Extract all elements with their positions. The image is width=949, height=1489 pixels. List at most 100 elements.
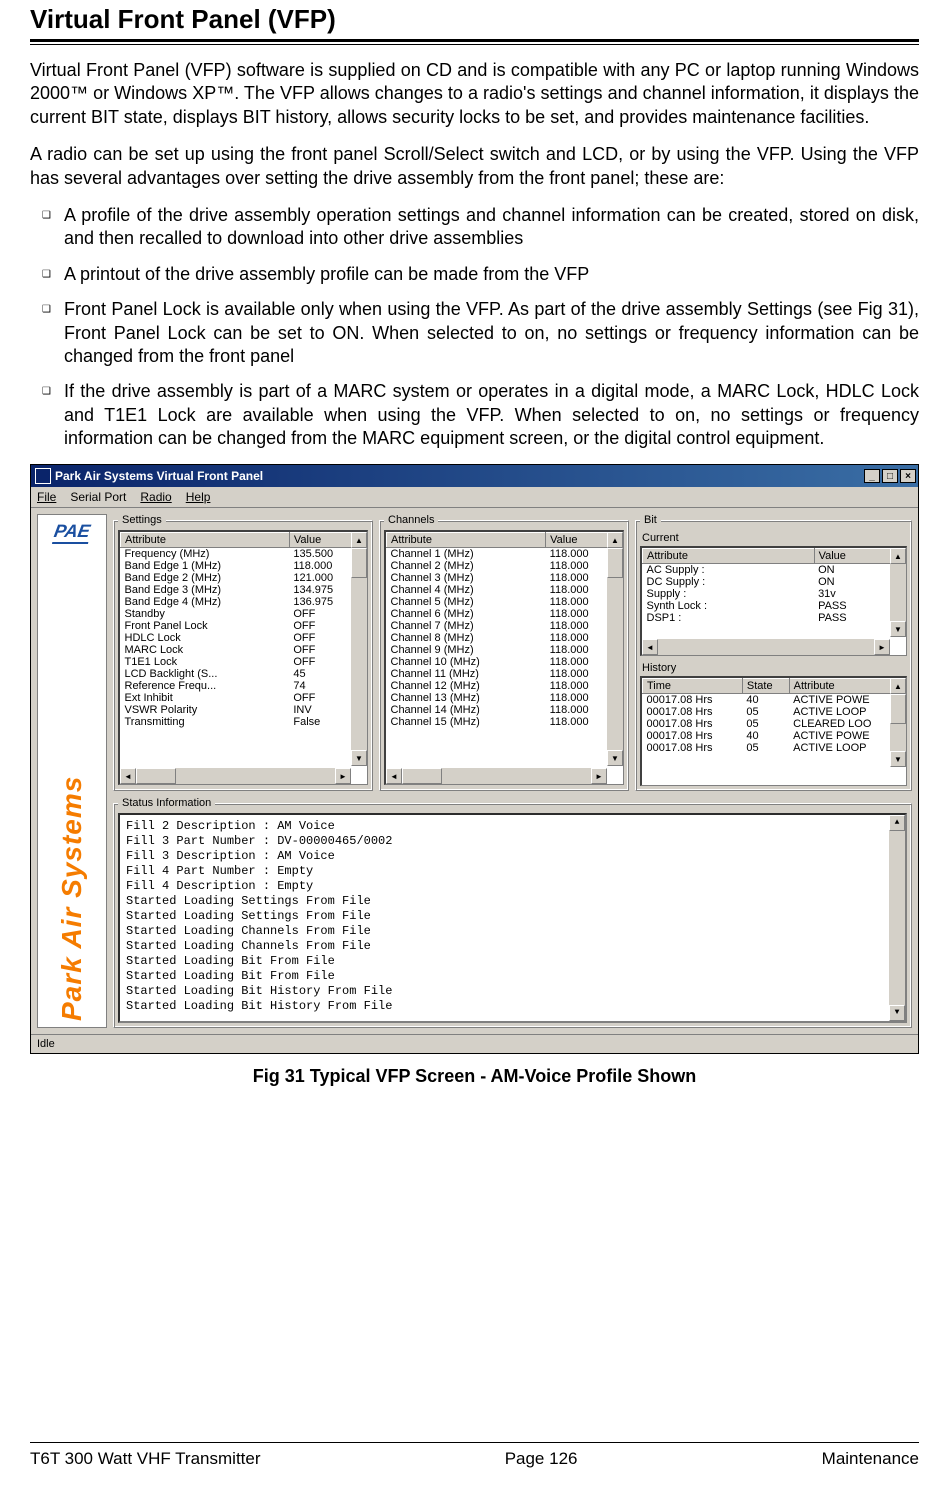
scroll-up-icon[interactable]: ▲ (890, 548, 906, 564)
table-row[interactable]: Channel 12 (MHz)118.000 (387, 680, 623, 692)
scroll-thumb[interactable] (136, 768, 176, 784)
table-row[interactable]: Reference Frequ...74 (121, 680, 367, 692)
table-row[interactable]: DC Supply :ON (643, 576, 906, 588)
scroll-down-icon[interactable]: ▼ (607, 750, 623, 766)
scroll-thumb[interactable] (402, 768, 442, 784)
table-row[interactable]: Channel 14 (MHz)118.000 (387, 704, 623, 716)
table-row[interactable]: Channel 2 (MHz)118.000 (387, 560, 623, 572)
scroll-down-icon[interactable]: ▼ (351, 750, 367, 766)
table-row[interactable]: 00017.08 Hrs05CLEARED LOO (643, 718, 906, 730)
table-row[interactable]: Supply :31v (643, 588, 906, 600)
scrollbar-horizontal[interactable]: ◄ ► (642, 639, 890, 655)
col-header[interactable]: Attribute (643, 549, 815, 564)
scrollbar-vertical[interactable]: ▲ ▼ (351, 532, 367, 766)
table-row[interactable]: LCD Backlight (S...45 (121, 668, 367, 680)
cell: Channel 10 (MHz) (387, 656, 546, 668)
scroll-up-icon[interactable]: ▲ (607, 532, 623, 548)
scroll-down-icon[interactable]: ▼ (890, 621, 906, 637)
table-row[interactable]: Front Panel LockOFF (121, 620, 367, 632)
table-row[interactable]: Channel 3 (MHz)118.000 (387, 572, 623, 584)
cell: LCD Backlight (S... (121, 668, 290, 680)
table-row[interactable]: 00017.08 Hrs40ACTIVE POWE (643, 730, 906, 742)
scroll-up-icon[interactable]: ▲ (351, 532, 367, 548)
cell: Band Edge 1 (MHz) (121, 560, 290, 572)
table-row[interactable]: DSP1 :PASS (643, 612, 906, 624)
close-button[interactable]: × (900, 469, 916, 483)
table-row[interactable]: Channel 4 (MHz)118.000 (387, 584, 623, 596)
settings-listbox[interactable]: Attribute Value Frequency (MHz)135.500Ba… (118, 530, 368, 785)
table-row[interactable]: Channel 1 (MHz)118.000 (387, 548, 623, 561)
scroll-right-icon[interactable]: ► (591, 768, 607, 784)
minimize-button[interactable]: _ (864, 469, 880, 483)
menu-serial-port[interactable]: Serial Port (70, 490, 126, 504)
col-header[interactable]: Attribute (789, 679, 905, 694)
table-row[interactable]: Channel 15 (MHz)118.000 (387, 716, 623, 728)
table-row[interactable]: Channel 11 (MHz)118.000 (387, 668, 623, 680)
menu-file[interactable]: File (37, 490, 56, 504)
table-row[interactable]: StandbyOFF (121, 608, 367, 620)
scroll-up-icon[interactable]: ▲ (890, 678, 906, 694)
scroll-left-icon[interactable]: ◄ (120, 768, 136, 784)
table-row[interactable]: Band Edge 2 (MHz)121.000 (121, 572, 367, 584)
menu-help[interactable]: Help (186, 490, 211, 504)
cell: ACTIVE LOOP (789, 742, 905, 754)
scrollbar-vertical[interactable]: ▲ ▼ (607, 532, 623, 766)
menu-radio[interactable]: Radio (140, 490, 171, 504)
bit-current-listbox[interactable]: Attribute Value AC Supply :ONDC Supply :… (640, 546, 907, 656)
table-row[interactable]: 00017.08 Hrs05ACTIVE LOOP (643, 706, 906, 718)
scroll-thumb[interactable] (890, 694, 906, 724)
table-row[interactable]: Channel 5 (MHz)118.000 (387, 596, 623, 608)
table-row[interactable]: Band Edge 3 (MHz)134.975 (121, 584, 367, 596)
table-row[interactable]: VSWR PolarityINV (121, 704, 367, 716)
channels-legend: Channels (384, 514, 438, 526)
table-row[interactable]: 00017.08 Hrs05ACTIVE LOOP (643, 742, 906, 754)
intro-paragraph-2: A radio can be set up using the front pa… (30, 143, 919, 190)
table-row[interactable]: Channel 6 (MHz)118.000 (387, 608, 623, 620)
col-header[interactable]: Time (643, 679, 743, 694)
table-row[interactable]: Synth Lock :PASS (643, 600, 906, 612)
table-row[interactable]: TransmittingFalse (121, 716, 367, 728)
table-row[interactable]: Channel 10 (MHz)118.000 (387, 656, 623, 668)
col-header[interactable]: Attribute (121, 533, 290, 548)
list-item: A printout of the drive assembly profile… (64, 263, 919, 286)
table-row[interactable]: Frequency (MHz)135.500 (121, 548, 367, 561)
scrollbar-vertical[interactable]: ▲ ▼ (890, 548, 906, 637)
cell: VSWR Polarity (121, 704, 290, 716)
table-row[interactable]: T1E1 LockOFF (121, 656, 367, 668)
col-header[interactable]: State (742, 679, 789, 694)
vfp-window: Park Air Systems Virtual Front Panel _ □… (30, 464, 919, 1054)
col-header[interactable]: Attribute (387, 533, 546, 548)
channels-listbox[interactable]: Attribute Value Channel 1 (MHz)118.000Ch… (384, 530, 624, 785)
table-row[interactable]: Ext InhibitOFF (121, 692, 367, 704)
cell: Channel 3 (MHz) (387, 572, 546, 584)
scrollbar-horizontal[interactable]: ◄ ► (120, 768, 351, 784)
scroll-up-icon[interactable]: ▲ (889, 815, 905, 831)
bit-history-listbox[interactable]: Time State Attribute 00017.08 Hrs40ACTIV… (640, 676, 907, 786)
scroll-down-icon[interactable]: ▼ (890, 751, 906, 767)
cell: Channel 1 (MHz) (387, 548, 546, 561)
table-row[interactable]: Band Edge 1 (MHz)118.000 (121, 560, 367, 572)
scroll-thumb[interactable] (351, 548, 367, 578)
maximize-button[interactable]: □ (882, 469, 898, 483)
status-textarea[interactable]: Fill 2 Description : AM Voice Fill 3 Par… (118, 813, 907, 1023)
table-row[interactable]: Channel 7 (MHz)118.000 (387, 620, 623, 632)
scrollbar-vertical[interactable]: ▲ ▼ (890, 678, 906, 767)
table-row[interactable]: Channel 8 (MHz)118.000 (387, 632, 623, 644)
table-row[interactable]: Band Edge 4 (MHz)136.975 (121, 596, 367, 608)
table-row[interactable]: AC Supply :ON (643, 564, 906, 577)
table-row[interactable]: Channel 13 (MHz)118.000 (387, 692, 623, 704)
title-bar[interactable]: Park Air Systems Virtual Front Panel _ □… (31, 465, 918, 487)
scrollbar-horizontal[interactable]: ◄ ► (386, 768, 607, 784)
table-row[interactable]: HDLC LockOFF (121, 632, 367, 644)
table-row[interactable]: MARC LockOFF (121, 644, 367, 656)
scrollbar-vertical[interactable]: ▲ ▼ (889, 815, 905, 1021)
scroll-right-icon[interactable]: ► (335, 768, 351, 784)
scroll-thumb[interactable] (607, 548, 623, 578)
scroll-right-icon[interactable]: ► (874, 639, 890, 655)
table-row[interactable]: 00017.08 Hrs40ACTIVE POWE (643, 694, 906, 707)
scroll-down-icon[interactable]: ▼ (889, 1005, 905, 1021)
cell: ACTIVE LOOP (789, 706, 905, 718)
scroll-left-icon[interactable]: ◄ (642, 639, 658, 655)
table-row[interactable]: Channel 9 (MHz)118.000 (387, 644, 623, 656)
scroll-left-icon[interactable]: ◄ (386, 768, 402, 784)
